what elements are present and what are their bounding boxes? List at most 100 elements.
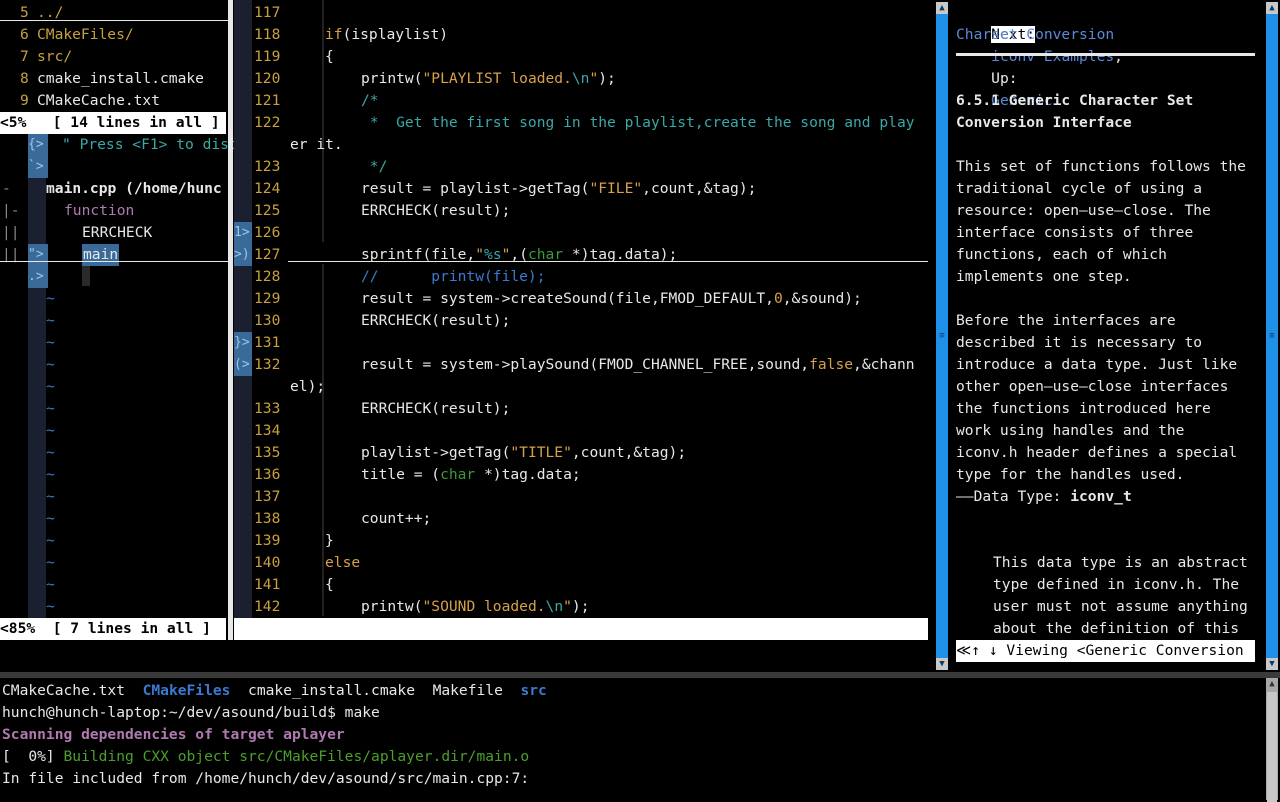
editor-line-number: 118 (254, 26, 281, 43)
editor-line-number: 124 (254, 180, 281, 197)
code-line[interactable]: { (325, 46, 334, 68)
file-explorer-pane[interactable]: 5 ../6 CMakeFiles/7 src/8 cmake_install.cmak… (0, 0, 228, 134)
taglist-group[interactable]: function (64, 200, 134, 222)
code-line[interactable]: * Get the first song in the playlist,cre… (361, 112, 915, 134)
explorer-line-number: 6 (20, 26, 29, 43)
empty-line-tilde: ~ (46, 466, 55, 483)
explorer-line-number: 8 (20, 70, 29, 87)
vertical-split-separator[interactable] (228, 0, 233, 640)
editor-line-number: 134 (254, 422, 281, 439)
taglist-item-main[interactable]: main (82, 244, 120, 266)
terminal-included-line: In file included from /home/hunch/dev/as… (2, 770, 530, 787)
code-line[interactable]: count++; (361, 508, 431, 530)
info-text-line: type for the handles used. (956, 466, 1185, 483)
info-datatype-label: ——Data Type: (956, 488, 1062, 505)
code-line[interactable]: ERRCHECK(result); (361, 310, 510, 332)
scroll-up-icon[interactable]: ▲ (1266, 678, 1278, 690)
code-line[interactable]: result = system->playSound(FMOD_CHANNEL_… (361, 354, 915, 376)
editor-pane[interactable]: 117 118 if(isplaylist) 119 {120 printw("PLAYL… (234, 0, 963, 659)
code-line[interactable]: /* (361, 90, 379, 112)
status-char-code: ASCII=9,HEX=9 (506, 642, 621, 659)
empty-line-tilde: ~ (46, 312, 55, 329)
editor-line-number: 132 (254, 356, 281, 373)
code-line[interactable]: playlist->getTag("TITLE",count,&tag); (361, 442, 686, 464)
explorer-entry[interactable]: CMakeFiles/ (37, 24, 134, 46)
empty-line-tilde: ~ (46, 334, 55, 351)
info-status-bar: ≪↑ ↓ Viewing <Generic Conversion (956, 640, 1255, 662)
code-line[interactable]: ERRCHECK(result); (361, 398, 510, 420)
scroll-down-icon[interactable]: ▼ (1266, 658, 1278, 670)
taglist-sign: {> (28, 134, 48, 156)
editor-line-number: 128 (254, 268, 281, 285)
empty-line-tilde: ~ (46, 554, 55, 571)
terminal-ls-output: CMakeCache.txt CMakeFiles cmake_install.… (2, 680, 547, 702)
editor-line-number: 123 (254, 158, 281, 175)
terminal-pane[interactable]: CMakeCache.txt CMakeFiles cmake_install.… (0, 678, 1266, 800)
code-line[interactable]: { (325, 574, 334, 596)
explorer-entry[interactable]: CMakeCache.txt (37, 90, 160, 112)
info-heading: 6.5.1 Generic Character Set (956, 92, 1194, 109)
explorer-line-number: 9 (20, 92, 29, 109)
code-line[interactable]: el); (290, 376, 325, 398)
taglist-hint-prefix: {> (28, 137, 44, 152)
info-text-line: work using handles and the (956, 422, 1185, 439)
scroll-grip-icon[interactable]: ≡ (936, 332, 948, 341)
info-text-line: traditional cycle of using a (956, 180, 1203, 197)
code-line[interactable]: er it. (290, 134, 343, 156)
scroll-up-icon[interactable]: ▲ (936, 2, 948, 14)
scroll-grip-icon[interactable]: ≡ (1266, 332, 1278, 341)
explorer-entry[interactable]: cmake_install.cmake (37, 68, 204, 90)
editor-status-bar: <d/src/main.cpp,CPP,unix ASCII=9,HEX=9 1… (234, 618, 963, 659)
info-text-line: about the definition of this (993, 620, 1240, 637)
editor-scrollbar[interactable]: ▲ ≡ ▼ (936, 0, 948, 672)
explorer-entry[interactable]: src/ (37, 46, 72, 68)
info-up-label: Up: (991, 70, 1018, 87)
info-text-line: introduce a data type. Just like (956, 356, 1238, 373)
info-text-line: other open—use—close interfaces (956, 378, 1229, 395)
code-line[interactable]: ERRCHECK(result); (361, 200, 510, 222)
info-text-line: This data type is an abstract (993, 554, 1248, 571)
code-line[interactable]: if(isplaylist) (325, 24, 448, 46)
code-line[interactable]: result = system->createSound(file,FMOD_D… (361, 288, 862, 310)
taglist-item-prefix: || (2, 224, 20, 241)
taglist-sign: .> (28, 266, 48, 288)
terminal-scrollbar[interactable]: ▲ (1266, 678, 1278, 802)
taglist-status-bar: <85% [ 7 lines in all ] (0, 618, 226, 640)
info-next-link[interactable]: iconv Examples (991, 48, 1114, 65)
info-heading: Conversion Interface (956, 114, 1132, 131)
taglist-pane[interactable]: {> `> " Press <F1> to disp - main.cpp (/… (0, 134, 238, 640)
code-line[interactable]: */ (361, 156, 388, 178)
code-line[interactable]: result = playlist->getTag("FILE",count,&… (361, 178, 756, 200)
info-text-line: functions, each of which (956, 246, 1167, 263)
info-scrollbar[interactable]: ▲ ≡ ▼ (1266, 0, 1278, 672)
taglist-item-errcheck[interactable]: ERRCHECK (82, 222, 152, 244)
empty-line-tilde: ~ (46, 422, 55, 439)
ls-file: cmake_install.cmake (248, 682, 415, 699)
info-pane[interactable]: Next: iconv Examples, Up: Generic Charse… (956, 0, 1260, 662)
code-line[interactable]: // printw(file); (361, 266, 546, 288)
empty-line-tilde: ~ (46, 290, 55, 307)
taglist-file-prefix: - (2, 180, 11, 197)
empty-line-tilde: ~ (46, 510, 55, 527)
info-up-link-part2[interactable]: Charset Conversion (956, 24, 1114, 46)
taglist-sign-text: "> (28, 247, 44, 262)
editor-sign: (> (234, 354, 252, 376)
code-line[interactable]: else (325, 552, 360, 574)
info-text-line: user must not assume anything (993, 598, 1248, 615)
code-line[interactable]: printw("SOUND loaded.\n"); (361, 596, 589, 618)
code-line[interactable]: title = (char *)tag.data; (361, 464, 581, 486)
editor-line-number: 117 (254, 4, 281, 21)
empty-line-tilde: ~ (46, 444, 55, 461)
code-line[interactable]: } (325, 530, 334, 552)
scroll-up-icon[interactable]: ▲ (1266, 2, 1278, 14)
editor-line-number: 140 (254, 554, 281, 571)
ls-file: Makefile (432, 682, 503, 699)
info-datatype-name: iconv_t (1070, 488, 1132, 505)
taglist-file[interactable]: main.cpp (/home/hunc (46, 178, 222, 200)
scroll-down-icon[interactable]: ▼ (936, 658, 948, 670)
editor-line-number: 129 (254, 290, 281, 307)
taglist-item-prefix: || (2, 246, 20, 263)
code-line[interactable]: sprintf(file,"%s",(char *)tag.data); (361, 244, 677, 266)
code-line[interactable]: printw("PLAYLIST loaded.\n"); (361, 68, 616, 90)
terminal-build-line: [ 0%] Building CXX object src/CMakeFiles… (2, 746, 529, 768)
